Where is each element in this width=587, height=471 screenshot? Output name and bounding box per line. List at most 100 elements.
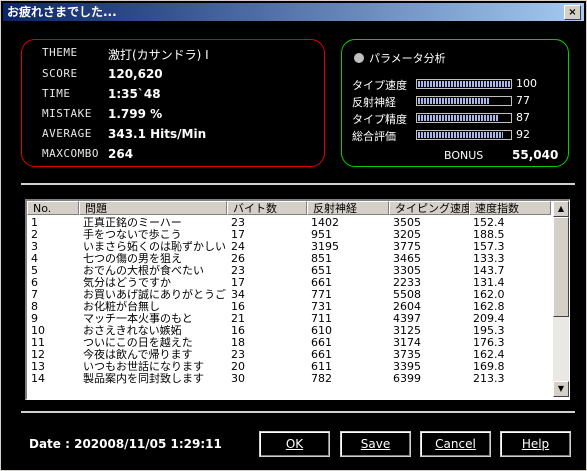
param-value: 100 — [516, 77, 537, 90]
column-header-typing-speed[interactable]: タイピング速度 — [389, 201, 472, 215]
cell-bytes: 23 — [231, 265, 245, 277]
help-button[interactable]: Help — [500, 431, 571, 457]
table-row[interactable]: 1 正真正銘のミーハー 23 1402 3505 152.4 — [27, 217, 551, 229]
param-bar-fill — [418, 98, 489, 104]
table-row[interactable]: 3 いまさら妬くのは恥ずかしい 24 3195 3775 157.3 — [27, 241, 551, 253]
column-header-no[interactable]: No. — [27, 201, 79, 215]
cell-bytes: 30 — [231, 373, 245, 385]
results-table[interactable]: No. 問題 バイト数 反射神経 タイピング速度 速度指数 1 正真正銘のミーハー… — [25, 199, 570, 400]
cell-bytes: 16 — [231, 301, 245, 313]
param-label: 総合評価 — [352, 130, 396, 143]
cell-question: おでんの大根が食べたい — [83, 265, 204, 277]
title-bar[interactable]: お疲れさまでした... × — [3, 3, 584, 21]
cell-no: 14 — [31, 373, 45, 385]
param-label: タイプ精度 — [352, 113, 407, 126]
cell-question: 気分はどうですか — [83, 277, 171, 289]
cell-speed-index: 131.4 — [473, 277, 505, 289]
vertical-scrollbar[interactable]: ▲ ▼ — [553, 201, 569, 397]
theme-value: 激打(カサンドラ) I — [108, 48, 209, 62]
cell-reflex: 611 — [311, 361, 332, 373]
cell-speed-index: 195.3 — [473, 325, 505, 337]
cell-question: いまさら妬くのは恥ずかしい — [83, 241, 226, 253]
cell-reflex: 651 — [311, 265, 332, 277]
cell-speed-index: 162.0 — [473, 289, 505, 301]
table-row[interactable]: 14 製品案内を同封致します 30 782 6399 213.3 — [27, 373, 551, 385]
cell-question: いつもお世話になります — [83, 361, 204, 373]
cell-reflex: 661 — [311, 337, 332, 349]
cell-typing-speed: 6399 — [393, 373, 421, 385]
cell-question: お買いあげ誠にありがとうご... — [83, 289, 227, 301]
column-header-bytes[interactable]: バイト数 — [227, 201, 307, 215]
maxcombo-value: 264 — [108, 147, 134, 161]
table-row[interactable]: 9 マッチ一本火事のもと 21 711 4397 209.4 — [27, 313, 551, 325]
cell-reflex: 851 — [311, 253, 332, 265]
table-row[interactable]: 8 お化粧が台無し 16 731 2604 162.8 — [27, 301, 551, 313]
cell-no: 3 — [31, 241, 38, 253]
table-row[interactable]: 6 気分はどうですか 17 661 2233 131.4 — [27, 277, 551, 289]
scroll-up-icon[interactable]: ▲ — [553, 201, 569, 217]
scroll-thumb[interactable] — [553, 217, 569, 317]
column-header-speed-index[interactable]: 速度指数 — [469, 201, 551, 215]
table-row[interactable]: 4 七つの傷の男を狙え 26 851 3465 133.3 — [27, 253, 551, 265]
cell-question: おさえきれない嫉妬 — [83, 325, 182, 337]
bonus-value: 55,040 — [512, 148, 559, 162]
parameter-title: パラメータ分析 — [354, 50, 446, 66]
cell-typing-speed: 3174 — [393, 337, 421, 349]
scroll-down-icon[interactable]: ▼ — [553, 381, 569, 397]
window-title: お疲れさまでした... — [7, 5, 117, 19]
cell-speed-index: 133.3 — [473, 253, 505, 265]
save-button[interactable]: Save — [340, 431, 411, 457]
table-row[interactable]: 10 おさえきれない嫉妬 16 610 3125 195.3 — [27, 325, 551, 337]
cell-bytes: 17 — [231, 229, 245, 241]
cell-typing-speed: 3505 — [393, 217, 421, 229]
table-row[interactable]: 11 ついにこの日を越えた 18 661 3174 176.3 — [27, 337, 551, 349]
cell-typing-speed: 3125 — [393, 325, 421, 337]
param-bar-fill — [418, 81, 510, 87]
average-value: 343.1 Hits/Min — [108, 127, 207, 141]
cell-speed-index: 209.4 — [473, 313, 505, 325]
table-row[interactable]: 12 今夜は飲んで帰ります 23 661 3735 162.4 — [27, 349, 551, 361]
table-row[interactable]: 7 お買いあげ誠にありがとうご... 34 771 5508 162.0 — [27, 289, 551, 301]
cell-no: 9 — [31, 313, 38, 325]
param-bar — [416, 113, 512, 123]
column-header-question[interactable]: 問題 — [79, 201, 227, 215]
cell-speed-index: 213.3 — [473, 373, 505, 385]
param-bar — [416, 79, 512, 89]
cell-speed-index: 143.7 — [473, 265, 505, 277]
cell-bytes: 18 — [231, 337, 245, 349]
close-icon[interactable]: × — [564, 5, 581, 20]
cell-no: 6 — [31, 277, 38, 289]
cell-typing-speed: 3205 — [393, 229, 421, 241]
table-row[interactable]: 5 おでんの大根が食べたい 23 651 3305 143.7 — [27, 265, 551, 277]
ok-button-label: OK — [285, 437, 304, 451]
cell-question: 手をつないで歩こう — [83, 229, 182, 241]
param-bar — [416, 130, 512, 140]
cell-no: 1 — [31, 217, 38, 229]
cell-typing-speed: 3305 — [393, 265, 421, 277]
cell-bytes: 26 — [231, 253, 245, 265]
cell-speed-index: 176.3 — [473, 337, 505, 349]
cell-speed-index: 162.4 — [473, 349, 505, 361]
cell-speed-index: 152.4 — [473, 217, 505, 229]
result-window: お疲れさまでした... × THEME 激打(カサンドラ) I SCORE 12… — [0, 0, 587, 471]
param-bar-fill — [418, 132, 503, 138]
date-text: Date : 202008/11/05 1:29:11 — [29, 437, 222, 451]
cell-no: 10 — [31, 325, 45, 337]
param-bar-fill — [418, 115, 498, 121]
stats-panel: THEME 激打(カサンドラ) I SCORE 120,620 TIME 1:3… — [21, 39, 325, 167]
table-row[interactable]: 2 手をつないで歩こう 17 951 3205 188.5 — [27, 229, 551, 241]
cell-no: 11 — [31, 337, 45, 349]
cell-reflex: 610 — [311, 325, 332, 337]
cell-no: 5 — [31, 265, 38, 277]
column-header-reflex[interactable]: 反射神経 — [307, 201, 389, 215]
parameter-title-text: パラメータ分析 — [369, 52, 446, 65]
cancel-button[interactable]: Cancel — [420, 431, 491, 457]
cell-reflex: 1402 — [311, 217, 339, 229]
ok-button[interactable]: OK — [259, 431, 330, 457]
cancel-button-label: Cancel — [435, 437, 476, 451]
maxcombo-label: MAXCOMBO — [42, 147, 99, 160]
table-row[interactable]: 13 いつもお世話になります 20 611 3395 169.8 — [27, 361, 551, 373]
cell-bytes: 23 — [231, 349, 245, 361]
cell-question: マッチ一本火事のもと — [83, 313, 193, 325]
cell-question: 今夜は飲んで帰ります — [83, 349, 193, 361]
